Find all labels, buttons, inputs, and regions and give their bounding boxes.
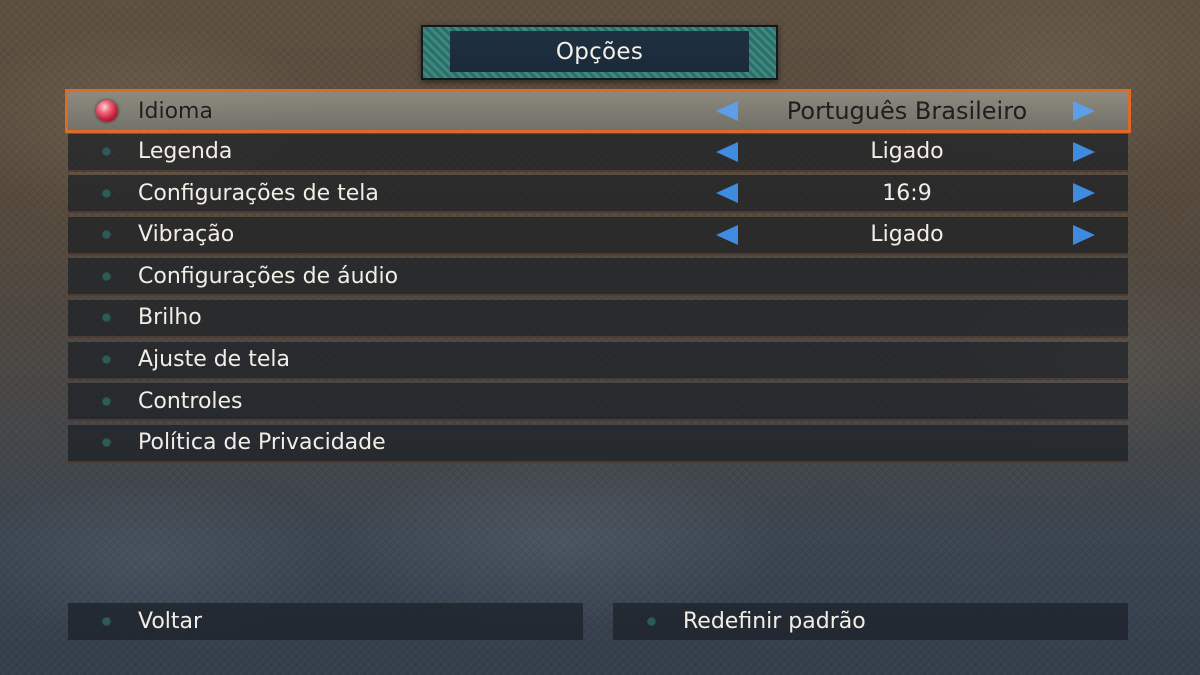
reset-defaults-button[interactable]: Redefinir padrão (613, 603, 1128, 640)
bullet-icon (102, 271, 111, 281)
menu-item-configuracoes-de-audio[interactable]: Configurações de áudio (68, 258, 1128, 297)
menu-item-label: Legenda (138, 139, 233, 165)
options-menu: Idioma Português Brasileiro Legenda Liga… (65, 89, 1131, 466)
menu-item-label: Vibração (138, 222, 235, 248)
reset-button-label: Redefinir padrão (683, 609, 866, 634)
menu-item-brilho[interactable]: Brilho (68, 299, 1128, 338)
right-arrow-icon[interactable] (1073, 101, 1095, 121)
bullet-icon (102, 355, 111, 365)
menu-item-label: Controles (138, 388, 243, 414)
right-arrow-icon[interactable] (1073, 224, 1095, 245)
menu-item-configuracoes-de-tela[interactable]: Configurações de tela 16:9 (68, 175, 1128, 214)
menu-item-value: Ligado (870, 222, 944, 248)
menu-item-value: Português Brasileiro (786, 97, 1028, 125)
menu-item-label: Ajuste de tela (138, 347, 290, 373)
menu-item-value: 16:9 (882, 180, 932, 206)
left-arrow-icon[interactable] (716, 101, 738, 121)
back-button[interactable]: Voltar (68, 603, 583, 640)
menu-item-ajuste-de-tela[interactable]: Ajuste de tela (68, 341, 1128, 380)
left-arrow-icon[interactable] (716, 224, 738, 245)
page-title: Opções (555, 38, 644, 65)
title-banner: Opções (421, 25, 778, 80)
menu-item-vibracao[interactable]: Vibração Ligado (68, 216, 1128, 255)
bullet-icon (647, 617, 656, 626)
left-arrow-icon[interactable] (716, 183, 738, 204)
menu-item-label: Idioma (138, 98, 213, 124)
menu-item-label: Política de Privacidade (138, 430, 386, 456)
bullet-icon (102, 230, 111, 240)
left-arrow-icon[interactable] (716, 141, 738, 162)
bullet-icon (102, 188, 111, 198)
menu-item-value: Ligado (870, 139, 944, 165)
menu-item-idioma[interactable]: Idioma Português Brasileiro (65, 89, 1131, 133)
menu-item-politica-de-privacidade[interactable]: Política de Privacidade (68, 424, 1128, 463)
menu-item-label: Brilho (138, 305, 202, 331)
bullet-icon (102, 147, 111, 157)
right-arrow-icon[interactable] (1073, 141, 1095, 162)
bullet-icon (102, 438, 111, 448)
title-panel: Opções (450, 31, 749, 72)
right-arrow-icon[interactable] (1073, 183, 1095, 204)
bullet-icon (102, 617, 111, 626)
menu-item-label: Configurações de áudio (138, 263, 399, 289)
back-button-label: Voltar (138, 609, 203, 634)
selector-orb-icon (96, 100, 118, 122)
bullet-icon (102, 396, 111, 406)
menu-item-legenda[interactable]: Legenda Ligado (68, 133, 1128, 172)
menu-item-controles[interactable]: Controles (68, 383, 1128, 422)
menu-item-label: Configurações de tela (138, 180, 379, 206)
bullet-icon (102, 313, 111, 323)
